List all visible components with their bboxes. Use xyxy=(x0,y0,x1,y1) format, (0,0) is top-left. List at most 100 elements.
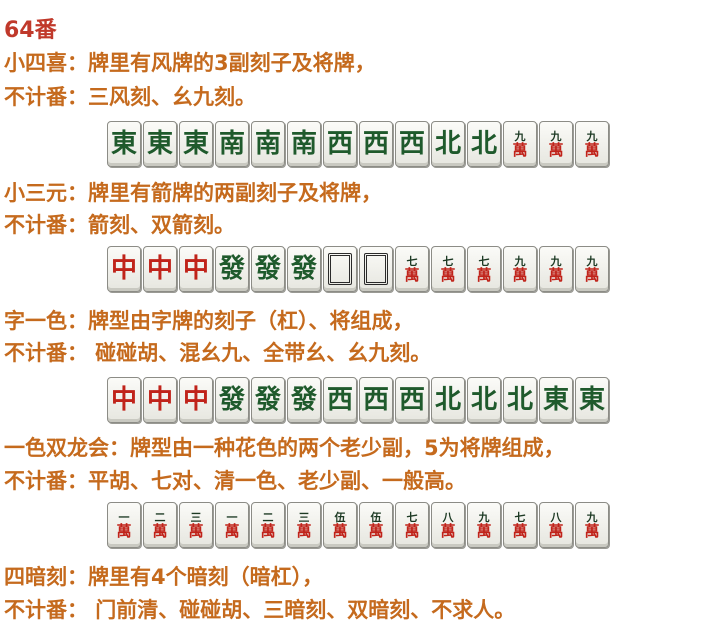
mahjong-tile: 九萬 xyxy=(539,121,573,167)
tile-glyph: 發 xyxy=(218,254,245,284)
tile-glyph: 北 xyxy=(434,385,461,415)
mahjong-tile: 中 xyxy=(107,377,141,423)
mahjong-tile: 北 xyxy=(467,121,501,167)
tile-suit: 萬 xyxy=(260,521,276,540)
tile-glyph: 南 xyxy=(254,129,281,159)
tile-number: 七 xyxy=(478,254,490,268)
mahjong-tile: 發 xyxy=(215,246,249,292)
tile-suit: 萬 xyxy=(224,521,240,540)
section-2-tile-row: 中中中發發發七萬七萬七萬九萬九萬九萬 xyxy=(107,246,611,296)
section-3-tile-row: 中中中發發發西西西北北北東東 xyxy=(107,377,611,427)
section-3-exclusions: 不计番： 碰碰胡、混幺九、全带幺、幺九刻。 xyxy=(4,341,432,365)
tile-glyph: 西 xyxy=(362,129,389,159)
mahjong-tile: 南 xyxy=(215,121,249,167)
tile-glyph: 西 xyxy=(398,129,425,159)
mahjong-tile: 西 xyxy=(359,377,393,423)
tile-number: 九 xyxy=(550,254,562,268)
tile-glyph: 北 xyxy=(470,385,497,415)
tile-suit: 萬 xyxy=(584,521,600,540)
section-1-exclusions: 不计番：三风刻、幺九刻。 xyxy=(4,85,256,109)
section-1-tile-row: 東東東南南南西西西北北九萬九萬九萬 xyxy=(107,121,611,171)
tile-number: 七 xyxy=(406,254,418,268)
mahjong-tile: 東 xyxy=(143,121,177,167)
tile-glyph: 西 xyxy=(326,385,353,415)
mahjong-tile: 中 xyxy=(107,246,141,292)
tile-number: 伍 xyxy=(370,510,382,524)
mahjong-tile: 東 xyxy=(575,377,609,423)
tile-number: 一 xyxy=(118,510,130,524)
mahjong-tile: 三萬 xyxy=(287,502,321,548)
section-5-rule: 四暗刻：牌里有4个暗刻（暗杠）， xyxy=(4,565,324,589)
mahjong-tile: 東 xyxy=(107,121,141,167)
mahjong-tile: 發 xyxy=(287,246,321,292)
tile-number: 七 xyxy=(406,510,418,524)
tile-suit: 萬 xyxy=(548,140,564,159)
tile-glyph: 中 xyxy=(146,254,173,284)
tile-suit: 萬 xyxy=(404,521,420,540)
mahjong-tile: 中 xyxy=(143,377,177,423)
mahjong-tile: 一萬 xyxy=(107,502,141,548)
mahjong-tile: 西 xyxy=(323,121,357,167)
mahjong-tile: 南 xyxy=(251,121,285,167)
tile-number: 二 xyxy=(154,510,166,524)
mahjong-tile: 伍萬 xyxy=(359,502,393,548)
tile-glyph: 東 xyxy=(110,129,137,159)
mahjong-tile: 發 xyxy=(215,377,249,423)
tile-glyph: 發 xyxy=(218,385,245,415)
tile-number: 一 xyxy=(226,510,238,524)
tile-suit: 萬 xyxy=(584,140,600,159)
mahjong-tile: 九萬 xyxy=(575,121,609,167)
tile-glyph: 中 xyxy=(110,385,137,415)
mahjong-tile: 西 xyxy=(323,377,357,423)
tile-glyph: 中 xyxy=(146,385,173,415)
mahjong-tile: 一萬 xyxy=(215,502,249,548)
mahjong-tile: 東 xyxy=(179,121,213,167)
section-3-rule: 字一色：牌型由字牌的刻子（杠）、将组成， xyxy=(4,309,414,333)
mahjong-tile: 北 xyxy=(431,121,465,167)
tile-suit: 萬 xyxy=(512,521,528,540)
mahjong-tile: 發 xyxy=(287,377,321,423)
mahjong-tile: 九萬 xyxy=(575,502,609,548)
tile-glyph: 發 xyxy=(254,385,281,415)
tile-suit: 萬 xyxy=(476,265,492,284)
tile-number: 九 xyxy=(586,510,598,524)
tile-number: 三 xyxy=(190,510,202,524)
mahjong-tile: 七萬 xyxy=(395,246,429,292)
tile-suit: 萬 xyxy=(548,521,564,540)
mahjong-tile: 中 xyxy=(179,377,213,423)
tile-number: 九 xyxy=(586,254,598,268)
mahjong-tile: 三萬 xyxy=(179,502,213,548)
white-dragon-frame-icon xyxy=(328,253,352,285)
mahjong-tile: 東 xyxy=(539,377,573,423)
tile-number: 伍 xyxy=(334,510,346,524)
tile-glyph: 西 xyxy=(326,129,353,159)
section-5-exclusions: 不计番： 门前清、碰碰胡、三暗刻、双暗刻、不求人。 xyxy=(4,598,516,622)
mahjong-tile: 七萬 xyxy=(467,246,501,292)
mahjong-tile: 中 xyxy=(143,246,177,292)
mahjong-tile: 九萬 xyxy=(503,246,537,292)
mahjong-tile: 八萬 xyxy=(431,502,465,548)
tile-number: 九 xyxy=(514,129,526,143)
mahjong-tile: 八萬 xyxy=(539,502,573,548)
tile-glyph: 東 xyxy=(146,129,173,159)
tile-glyph: 北 xyxy=(434,129,461,159)
mahjong-tile: 二萬 xyxy=(251,502,285,548)
section-2-exclusions: 不计番：箭刻、双箭刻。 xyxy=(4,213,235,237)
mahjong-tile xyxy=(359,246,393,292)
tile-suit: 萬 xyxy=(584,265,600,284)
tile-glyph: 西 xyxy=(362,385,389,415)
tile-number: 二 xyxy=(262,510,274,524)
tile-number: 九 xyxy=(514,254,526,268)
mahjong-tile: 南 xyxy=(287,121,321,167)
mahjong-tile: 西 xyxy=(395,377,429,423)
mahjong-tile: 西 xyxy=(359,121,393,167)
tile-glyph: 西 xyxy=(398,385,425,415)
tile-number: 八 xyxy=(442,510,454,524)
tile-suit: 萬 xyxy=(512,265,528,284)
mahjong-tile: 北 xyxy=(503,377,537,423)
tile-glyph: 中 xyxy=(110,254,137,284)
mahjong-tile: 七萬 xyxy=(431,246,465,292)
mahjong-tile xyxy=(323,246,357,292)
tile-glyph: 南 xyxy=(218,129,245,159)
mahjong-tile: 九萬 xyxy=(503,121,537,167)
